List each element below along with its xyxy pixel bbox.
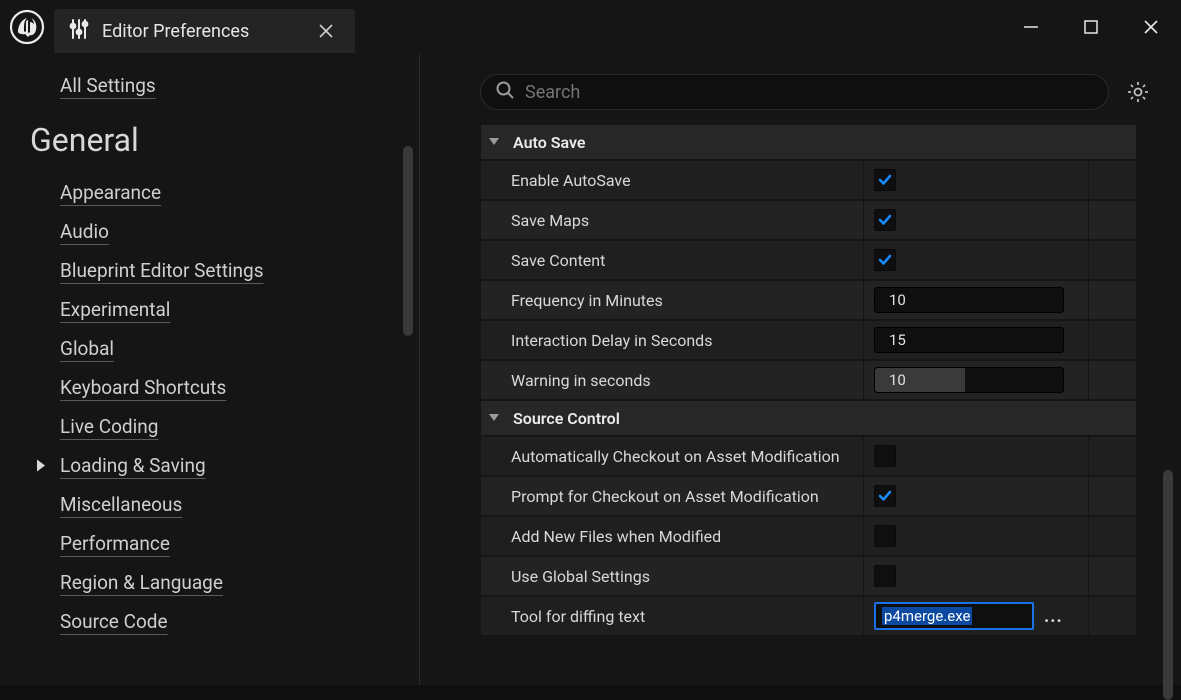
content-scrollbar[interactable] bbox=[1163, 470, 1173, 700]
sidebar-section-header: General bbox=[30, 121, 419, 159]
property-value bbox=[864, 437, 1089, 475]
settings-gear-button[interactable] bbox=[1123, 77, 1153, 107]
sidebar-item-label: Live Coding bbox=[60, 415, 158, 438]
sidebar-item-label: Keyboard Shortcuts bbox=[60, 376, 226, 399]
sidebar-item-global[interactable]: Global bbox=[30, 329, 419, 368]
sidebar-item-audio[interactable]: Audio bbox=[30, 212, 419, 251]
tab-close-button[interactable] bbox=[311, 16, 341, 46]
window-maximize-button[interactable] bbox=[1061, 0, 1121, 54]
title-bar: Editor Preferences bbox=[0, 0, 1181, 54]
property-value: 15 bbox=[864, 321, 1089, 359]
property-row: Use Global Settings bbox=[480, 556, 1137, 596]
property-value bbox=[864, 517, 1089, 555]
sidebar-item-label: Performance bbox=[60, 532, 170, 555]
number-value: 10 bbox=[889, 371, 906, 389]
property-value: 10 bbox=[864, 361, 1089, 399]
sidebar-item-experimental[interactable]: Experimental bbox=[30, 290, 419, 329]
text-value: p4merge.exe bbox=[882, 607, 972, 625]
property-label: Tool for diffing text bbox=[481, 597, 864, 635]
unreal-logo bbox=[0, 0, 54, 54]
property-label: Frequency in Minutes bbox=[481, 281, 864, 319]
group-title: Auto Save bbox=[513, 133, 586, 152]
sidebar-item-label: Global bbox=[60, 337, 114, 360]
property-value bbox=[864, 241, 1089, 279]
text-input[interactable]: p4merge.exe bbox=[874, 602, 1034, 630]
property-label: Enable AutoSave bbox=[481, 161, 864, 199]
property-label: Save Maps bbox=[481, 201, 864, 239]
checkbox[interactable] bbox=[874, 525, 896, 547]
search-input[interactable] bbox=[525, 82, 1094, 103]
sidebar-item-loading-saving[interactable]: Loading & Saving bbox=[30, 446, 419, 485]
sidebar-item-label: Audio bbox=[60, 220, 109, 243]
content-panel: Auto Save Enable AutoSaveSave MapsSave Co… bbox=[420, 54, 1181, 685]
property-label: Prompt for Checkout on Asset Modificatio… bbox=[481, 477, 864, 515]
property-label: Warning in seconds bbox=[481, 361, 864, 399]
property-value: p4merge.exe... bbox=[864, 597, 1089, 635]
property-row: Warning in seconds 10 bbox=[480, 360, 1137, 400]
sliders-icon bbox=[68, 18, 90, 44]
property-value bbox=[864, 201, 1089, 239]
property-row: Tool for diffing textp4merge.exe... bbox=[480, 596, 1137, 636]
sidebar-item-label: Appearance bbox=[60, 181, 161, 204]
property-row: Enable AutoSave bbox=[480, 160, 1137, 200]
triangle-right-icon bbox=[35, 454, 47, 477]
property-row: Prompt for Checkout on Asset Modificatio… bbox=[480, 476, 1137, 516]
sidebar-item-label: Loading & Saving bbox=[60, 454, 206, 477]
property-label: Add New Files when Modified bbox=[481, 517, 864, 555]
checkbox[interactable] bbox=[874, 249, 896, 271]
tab-title: Editor Preferences bbox=[102, 21, 249, 42]
sidebar-item-label: Miscellaneous bbox=[60, 493, 182, 516]
property-label: Use Global Settings bbox=[481, 557, 864, 595]
sidebar-all-settings[interactable]: All Settings bbox=[60, 74, 419, 97]
number-value: 15 bbox=[889, 331, 906, 349]
sidebar-item-appearance[interactable]: Appearance bbox=[30, 173, 419, 212]
sidebar-item-performance[interactable]: Performance bbox=[30, 524, 419, 563]
property-value bbox=[864, 477, 1089, 515]
sidebar: All Settings General Appearance Audio Blue… bbox=[0, 54, 420, 685]
sidebar-item-label: Source Code bbox=[60, 610, 168, 633]
triangle-down-icon bbox=[487, 409, 505, 427]
number-input[interactable]: 15 bbox=[874, 327, 1064, 353]
property-label: Interaction Delay in Seconds bbox=[481, 321, 864, 359]
group-title: Source Control bbox=[513, 409, 620, 428]
sidebar-item-keyboard-shortcuts[interactable]: Keyboard Shortcuts bbox=[30, 368, 419, 407]
slider-input[interactable]: 10 bbox=[874, 367, 1064, 393]
property-row: Automatically Checkout on Asset Modifica… bbox=[480, 436, 1137, 476]
sidebar-scrollbar[interactable] bbox=[403, 146, 413, 336]
number-value: 10 bbox=[889, 291, 906, 309]
sidebar-item-label: Blueprint Editor Settings bbox=[60, 259, 264, 282]
sidebar-item-blueprint-editor-settings[interactable]: Blueprint Editor Settings bbox=[30, 251, 419, 290]
search-box[interactable] bbox=[480, 74, 1109, 110]
window-minimize-button[interactable] bbox=[1001, 0, 1061, 54]
sidebar-item-source-code[interactable]: Source Code bbox=[30, 602, 419, 641]
property-row: Add New Files when Modified bbox=[480, 516, 1137, 556]
browse-button[interactable]: ... bbox=[1044, 606, 1070, 627]
sidebar-item-label: Experimental bbox=[60, 298, 170, 321]
property-label: Save Content bbox=[481, 241, 864, 279]
group-header-source-control[interactable]: Source Control bbox=[480, 400, 1137, 436]
property-row: Save Maps bbox=[480, 200, 1137, 240]
checkbox[interactable] bbox=[874, 169, 896, 191]
triangle-down-icon bbox=[487, 133, 505, 151]
window-close-button[interactable] bbox=[1121, 0, 1181, 54]
sidebar-item-label: Region & Language bbox=[60, 571, 223, 594]
checkbox[interactable] bbox=[874, 485, 896, 507]
property-row: Frequency in Minutes 10 bbox=[480, 280, 1137, 320]
search-icon bbox=[495, 80, 515, 104]
property-value bbox=[864, 161, 1089, 199]
sidebar-item-live-coding[interactable]: Live Coding bbox=[30, 407, 419, 446]
checkbox[interactable] bbox=[874, 209, 896, 231]
group-header-auto-save[interactable]: Auto Save bbox=[480, 124, 1137, 160]
property-value bbox=[864, 557, 1089, 595]
property-row: Save Content bbox=[480, 240, 1137, 280]
sidebar-item-miscellaneous[interactable]: Miscellaneous bbox=[30, 485, 419, 524]
property-value: 10 bbox=[864, 281, 1089, 319]
checkbox[interactable] bbox=[874, 565, 896, 587]
tab-editor-preferences[interactable]: Editor Preferences bbox=[54, 9, 355, 53]
property-label: Automatically Checkout on Asset Modifica… bbox=[481, 437, 864, 475]
number-input[interactable]: 10 bbox=[874, 287, 1064, 313]
sidebar-item-region-language[interactable]: Region & Language bbox=[30, 563, 419, 602]
checkbox[interactable] bbox=[874, 445, 896, 467]
property-row: Interaction Delay in Seconds 15 bbox=[480, 320, 1137, 360]
